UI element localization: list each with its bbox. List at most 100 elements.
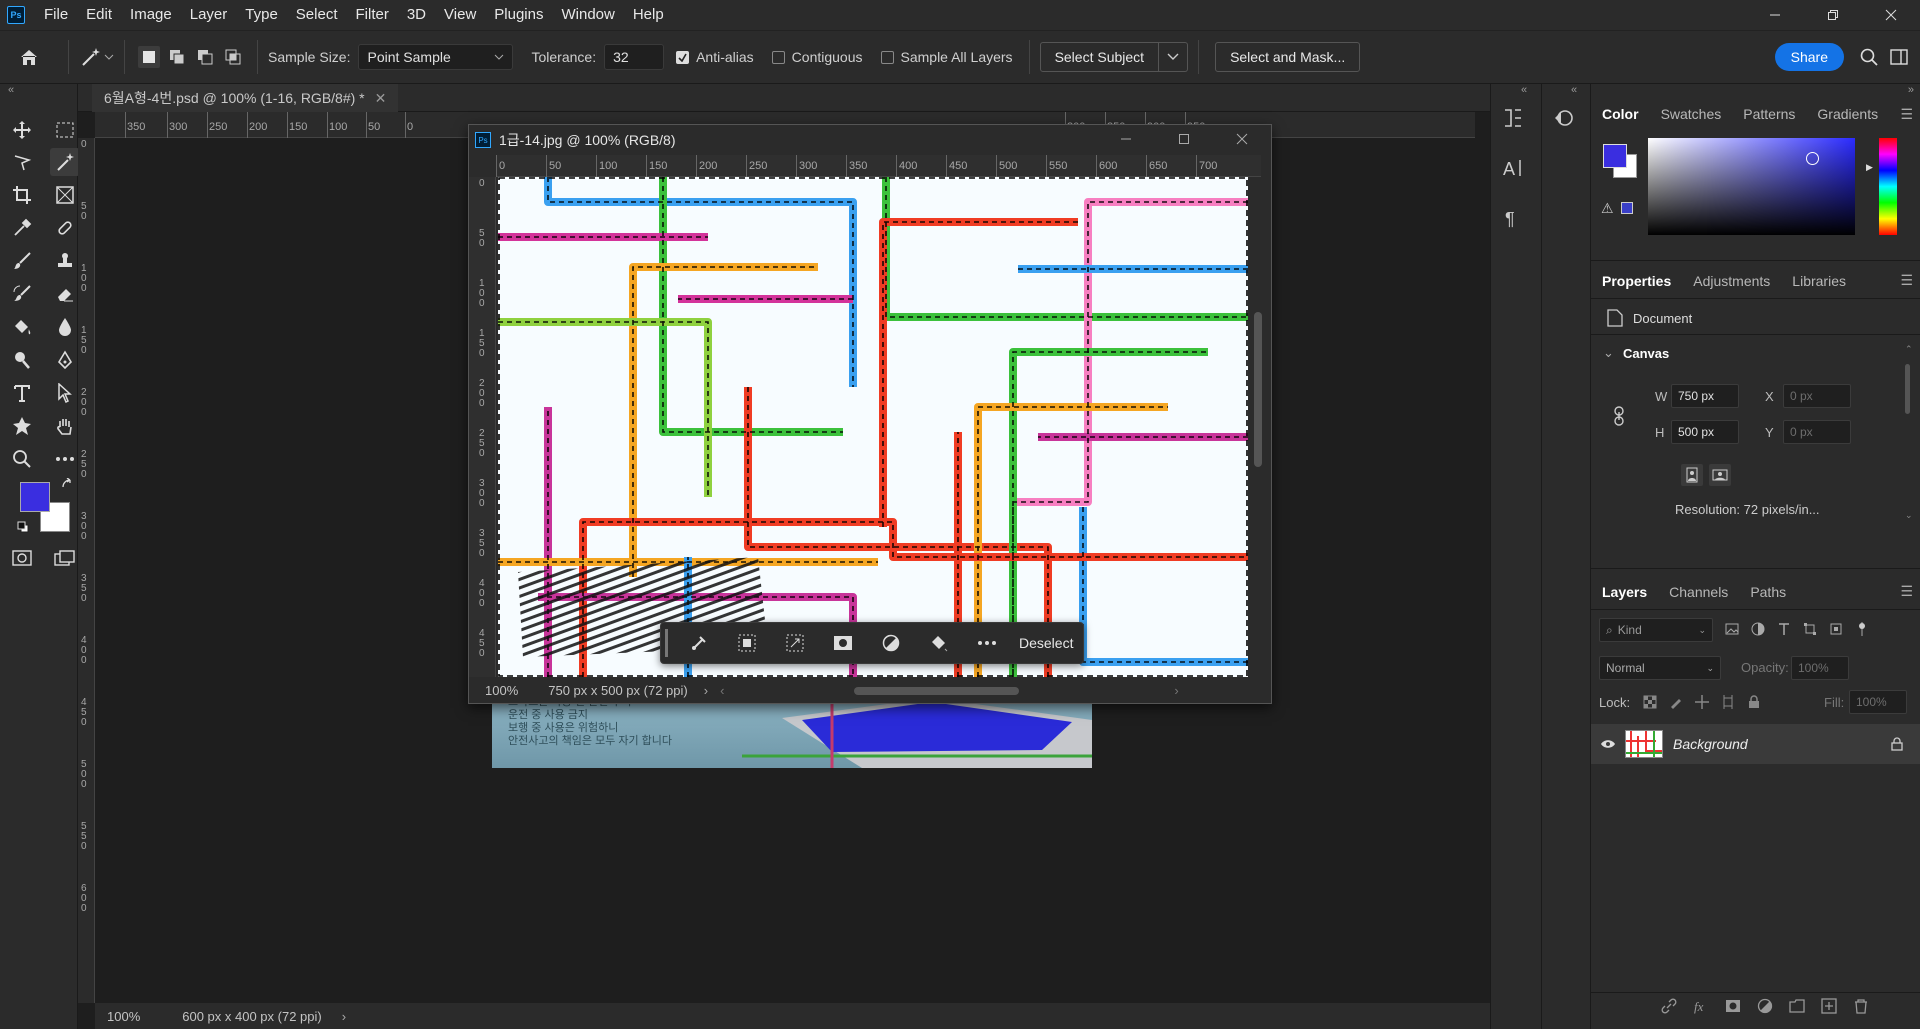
clone-stamp-tool-icon[interactable]: [50, 247, 80, 275]
tolerance-input[interactable]: 32: [604, 44, 665, 70]
canvas-section-title[interactable]: Canvas: [1623, 346, 1669, 361]
new-selection-mode-icon[interactable]: [138, 46, 160, 68]
floating-window-titlebar[interactable]: Ps 1급-14.jpg @ 100% (RGB/8): [469, 125, 1271, 155]
eyedropper-tool-icon[interactable]: [7, 214, 37, 242]
lock-artboard-icon[interactable]: [1721, 695, 1735, 709]
new-group-icon[interactable]: [1789, 998, 1805, 1014]
tab-patterns[interactable]: Patterns: [1732, 106, 1806, 122]
color-picker-field[interactable]: [1648, 138, 1855, 235]
vertical-scrollbar[interactable]: [1249, 177, 1269, 677]
menu-filter[interactable]: Filter: [347, 0, 398, 30]
layer-filter-kind-select[interactable]: ⌕ Kind ⌄: [1599, 618, 1713, 642]
floating-doc-size[interactable]: 750 px x 500 px (72 ppi): [548, 683, 687, 698]
menu-select[interactable]: Select: [287, 0, 347, 30]
invert-selection-icon[interactable]: [771, 623, 819, 663]
minimize-icon[interactable]: [1097, 132, 1155, 148]
tab-swatches[interactable]: Swatches: [1650, 106, 1733, 122]
select-subject-button[interactable]: Select Subject: [1039, 42, 1160, 72]
collapse-arrows-icon[interactable]: «: [8, 84, 14, 96]
horizontal-scrollbar[interactable]: [744, 685, 1164, 697]
default-colors-icon[interactable]: [17, 521, 29, 533]
zoom-value[interactable]: 100%: [107, 1009, 140, 1024]
panel-menu-icon[interactable]: ☰: [1900, 106, 1913, 123]
menu-3d[interactable]: 3D: [398, 0, 435, 30]
anti-alias-checkbox[interactable]: Anti-alias: [676, 49, 754, 65]
path-selection-tool-icon[interactable]: [50, 379, 80, 407]
width-input[interactable]: 750 px: [1671, 384, 1739, 408]
search-icon[interactable]: [1860, 48, 1878, 66]
collapse-arrows-icon[interactable]: «: [1571, 84, 1577, 96]
shape-tool-icon[interactable]: [7, 412, 37, 440]
shape-filter-icon[interactable]: [1803, 622, 1817, 636]
adjustment-filter-icon[interactable]: [1751, 622, 1765, 636]
restore-icon[interactable]: [1804, 0, 1862, 30]
arrows-image-canvas[interactable]: [498, 177, 1248, 677]
hand-tool-icon[interactable]: [50, 412, 80, 440]
chevron-right-icon[interactable]: ›: [1174, 683, 1178, 698]
lock-all-icon[interactable]: [1747, 695, 1761, 709]
link-dimensions-icon[interactable]: [1613, 406, 1625, 426]
frame-tool-icon[interactable]: [50, 181, 80, 209]
select-subject-icon[interactable]: [723, 623, 771, 663]
fill-selection-icon[interactable]: [915, 623, 963, 663]
document-tab[interactable]: 6월A형-4번.psd @ 100% (1-16, RGB/8#) * ✕: [92, 84, 399, 112]
maximize-icon[interactable]: [1155, 132, 1213, 148]
screen-mode-icon[interactable]: [54, 550, 76, 566]
foreground-color-swatch[interactable]: [20, 482, 50, 512]
link-layers-icon[interactable]: [1661, 998, 1677, 1014]
web-safe-color-chip[interactable]: [1621, 202, 1633, 214]
landscape-orientation-icon[interactable]: [1709, 464, 1731, 486]
create-mask-icon[interactable]: [819, 623, 867, 663]
tab-adjustments[interactable]: Adjustments: [1682, 273, 1781, 289]
chevron-down-icon[interactable]: ⌄: [1603, 345, 1614, 361]
portrait-orientation-icon[interactable]: [1681, 464, 1703, 486]
quick-mask-icon[interactable]: [12, 550, 32, 566]
lock-image-pixels-icon[interactable]: [1669, 695, 1683, 709]
tab-layers[interactable]: Layers: [1591, 584, 1658, 600]
select-and-mask-button[interactable]: Select and Mask...: [1215, 42, 1361, 72]
collapse-arrows-icon[interactable]: «: [1521, 84, 1527, 96]
layer-name[interactable]: Background: [1673, 736, 1748, 752]
more-tools-icon[interactable]: [50, 445, 80, 473]
layer-style-fx-icon[interactable]: fx: [1693, 998, 1709, 1014]
close-tab-icon[interactable]: ✕: [375, 90, 387, 107]
tab-channels[interactable]: Channels: [1658, 584, 1739, 600]
add-selection-mode-icon[interactable]: [166, 46, 188, 68]
workspace-icon[interactable]: [1890, 49, 1908, 65]
marquee-tool-icon[interactable]: [50, 116, 80, 144]
select-subject-dropdown[interactable]: [1159, 42, 1189, 72]
filter-toggle-icon[interactable]: [1855, 622, 1869, 636]
swap-colors-icon[interactable]: [61, 478, 73, 490]
drag-handle-icon[interactable]: [665, 629, 675, 657]
crop-tool-icon[interactable]: [7, 181, 37, 209]
character-panel-icon[interactable]: A: [1501, 156, 1525, 180]
layer-row[interactable]: Background: [1591, 724, 1920, 764]
brush-tool-icon[interactable]: [7, 247, 37, 275]
zoom-tool-icon[interactable]: [7, 445, 37, 473]
tab-paths[interactable]: Paths: [1739, 584, 1797, 600]
pixel-filter-icon[interactable]: [1725, 622, 1739, 636]
paragraph-panel-icon[interactable]: ¶: [1501, 206, 1525, 230]
tab-color[interactable]: Color: [1591, 106, 1650, 122]
document-size[interactable]: 600 px x 400 px (72 ppi): [182, 1009, 321, 1024]
subtract-selection-mode-icon[interactable]: [194, 46, 216, 68]
contiguous-checkbox[interactable]: Contiguous: [771, 49, 863, 65]
eraser-tool-icon[interactable]: [50, 280, 80, 308]
adjustment-layer-icon[interactable]: [867, 623, 915, 663]
menu-view[interactable]: View: [435, 0, 485, 30]
learn-panel-icon[interactable]: [1551, 106, 1575, 130]
floating-document-window[interactable]: Ps 1급-14.jpg @ 100% (RGB/8) 0 50 100 150 200…: [468, 124, 1272, 704]
sample-size-select[interactable]: Point Sample: [358, 44, 514, 70]
type-tool-icon[interactable]: [7, 379, 37, 407]
magic-wand-preset-icon[interactable]: [79, 46, 114, 68]
healing-brush-tool-icon[interactable]: [50, 214, 80, 242]
hue-slider[interactable]: [1879, 138, 1897, 235]
delete-layer-icon[interactable]: [1853, 998, 1869, 1014]
paint-bucket-tool-icon[interactable]: [7, 313, 37, 341]
menu-image[interactable]: Image: [121, 0, 181, 30]
more-options-icon[interactable]: [963, 623, 1011, 663]
share-button[interactable]: Share: [1774, 43, 1844, 71]
menu-edit[interactable]: Edit: [77, 0, 121, 30]
smart-object-filter-icon[interactable]: [1829, 622, 1843, 636]
chevron-right-icon[interactable]: ›: [704, 683, 708, 698]
